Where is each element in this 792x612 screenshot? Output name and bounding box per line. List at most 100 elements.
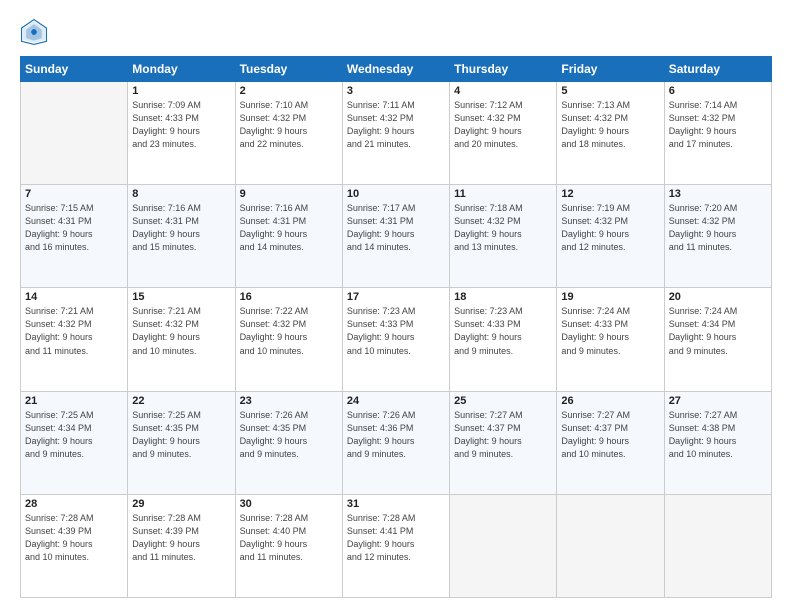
day-number: 29: [132, 498, 230, 510]
calendar-week-2: 7 Sunrise: 7:15 AM Sunset: 4:31 PM Daylig…: [21, 185, 772, 288]
calendar-cell: 14 Sunrise: 7:21 AM Sunset: 4:32 PM Dayli…: [21, 288, 128, 391]
day-number: 16: [240, 291, 338, 303]
day-number: 22: [132, 395, 230, 407]
calendar-cell: [557, 494, 664, 597]
day-number: 7: [25, 188, 123, 200]
calendar-cell: 19 Sunrise: 7:24 AM Sunset: 4:33 PM Dayli…: [557, 288, 664, 391]
day-number: 24: [347, 395, 445, 407]
logo-icon: [20, 18, 48, 46]
day-number: 11: [454, 188, 552, 200]
day-number: 12: [561, 188, 659, 200]
calendar-cell: 3 Sunrise: 7:11 AM Sunset: 4:32 PM Daylig…: [342, 82, 449, 185]
header-cell-thursday: Thursday: [450, 57, 557, 82]
calendar-cell: 12 Sunrise: 7:19 AM Sunset: 4:32 PM Dayli…: [557, 185, 664, 288]
calendar-cell: 22 Sunrise: 7:25 AM Sunset: 4:35 PM Dayli…: [128, 391, 235, 494]
header-cell-saturday: Saturday: [664, 57, 771, 82]
calendar-cell: 23Sunrise: 7:26 AM Sunset: 4:35 PM Dayli…: [235, 391, 342, 494]
day-number: 1: [132, 85, 230, 97]
day-number: 5: [561, 85, 659, 97]
header-cell-tuesday: Tuesday: [235, 57, 342, 82]
day-number: 14: [25, 291, 123, 303]
calendar-cell: 28Sunrise: 7:28 AM Sunset: 4:39 PM Dayli…: [21, 494, 128, 597]
calendar-cell: 25 Sunrise: 7:27 AM Sunset: 4:37 PM Dayli…: [450, 391, 557, 494]
day-number: 17: [347, 291, 445, 303]
day-info: Sunrise: 7:19 AM Sunset: 4:32 PM Dayligh…: [561, 202, 659, 254]
calendar-week-4: 21 Sunrise: 7:25 AM Sunset: 4:34 PM Dayli…: [21, 391, 772, 494]
calendar-cell: 20 Sunrise: 7:24 AM Sunset: 4:34 PM Dayli…: [664, 288, 771, 391]
day-info: Sunrise: 7:26 AM Sunset: 4:36 PM Dayligh…: [347, 409, 445, 461]
day-info: Sunrise: 7:14 AM Sunset: 4:32 PM Dayligh…: [669, 99, 767, 151]
day-info: Sunrise: 7:12 AM Sunset: 4:32 PM Dayligh…: [454, 99, 552, 151]
day-number: 21: [25, 395, 123, 407]
day-info: Sunrise: 7:27 AM Sunset: 4:37 PM Dayligh…: [561, 409, 659, 461]
calendar-cell: 7 Sunrise: 7:15 AM Sunset: 4:31 PM Daylig…: [21, 185, 128, 288]
day-info: Sunrise: 7:28 AM Sunset: 4:40 PM Dayligh…: [240, 512, 338, 564]
day-info: Sunrise: 7:16 AM Sunset: 4:31 PM Dayligh…: [132, 202, 230, 254]
day-info: Sunrise: 7:20 AM Sunset: 4:32 PM Dayligh…: [669, 202, 767, 254]
day-number: 8: [132, 188, 230, 200]
day-info: Sunrise: 7:22 AM Sunset: 4:32 PM Dayligh…: [240, 305, 338, 357]
day-number: 25: [454, 395, 552, 407]
day-info: Sunrise: 7:21 AM Sunset: 4:32 PM Dayligh…: [132, 305, 230, 357]
header-cell-monday: Monday: [128, 57, 235, 82]
calendar-cell: 26 Sunrise: 7:27 AM Sunset: 4:37 PM Dayli…: [557, 391, 664, 494]
day-number: 30: [240, 498, 338, 510]
day-info: Sunrise: 7:23 AM Sunset: 4:33 PM Dayligh…: [454, 305, 552, 357]
day-number: 15: [132, 291, 230, 303]
day-number: 27: [669, 395, 767, 407]
day-info: Sunrise: 7:28 AM Sunset: 4:39 PM Dayligh…: [25, 512, 123, 564]
day-number: 19: [561, 291, 659, 303]
day-number: 10: [347, 188, 445, 200]
day-info: Sunrise: 7:15 AM Sunset: 4:31 PM Dayligh…: [25, 202, 123, 254]
day-info: Sunrise: 7:09 AM Sunset: 4:33 PM Dayligh…: [132, 99, 230, 151]
calendar-week-3: 14 Sunrise: 7:21 AM Sunset: 4:32 PM Dayli…: [21, 288, 772, 391]
calendar-cell: 15 Sunrise: 7:21 AM Sunset: 4:32 PM Dayli…: [128, 288, 235, 391]
day-number: 3: [347, 85, 445, 97]
day-info: Sunrise: 7:28 AM Sunset: 4:39 PM Dayligh…: [132, 512, 230, 564]
calendar-cell: 31Sunrise: 7:28 AM Sunset: 4:41 PM Dayli…: [342, 494, 449, 597]
calendar-cell: 16 Sunrise: 7:22 AM Sunset: 4:32 PM Dayli…: [235, 288, 342, 391]
page: SundayMondayTuesdayWednesdayThursdayFrid…: [0, 0, 792, 612]
day-number: 2: [240, 85, 338, 97]
calendar-cell: 21 Sunrise: 7:25 AM Sunset: 4:34 PM Dayli…: [21, 391, 128, 494]
calendar-cell: [450, 494, 557, 597]
header-cell-wednesday: Wednesday: [342, 57, 449, 82]
logo: [20, 18, 52, 46]
calendar-cell: 17Sunrise: 7:23 AM Sunset: 4:33 PM Dayli…: [342, 288, 449, 391]
day-info: Sunrise: 7:25 AM Sunset: 4:34 PM Dayligh…: [25, 409, 123, 461]
day-info: Sunrise: 7:27 AM Sunset: 4:38 PM Dayligh…: [669, 409, 767, 461]
calendar-table: SundayMondayTuesdayWednesdayThursdayFrid…: [20, 56, 772, 598]
day-number: 20: [669, 291, 767, 303]
header-cell-friday: Friday: [557, 57, 664, 82]
day-info: Sunrise: 7:21 AM Sunset: 4:32 PM Dayligh…: [25, 305, 123, 357]
day-number: 4: [454, 85, 552, 97]
day-info: Sunrise: 7:10 AM Sunset: 4:32 PM Dayligh…: [240, 99, 338, 151]
calendar-cell: 24 Sunrise: 7:26 AM Sunset: 4:36 PM Dayli…: [342, 391, 449, 494]
calendar-cell: 1 Sunrise: 7:09 AM Sunset: 4:33 PM Daylig…: [128, 82, 235, 185]
day-info: Sunrise: 7:11 AM Sunset: 4:32 PM Dayligh…: [347, 99, 445, 151]
day-info: Sunrise: 7:17 AM Sunset: 4:31 PM Dayligh…: [347, 202, 445, 254]
day-info: Sunrise: 7:24 AM Sunset: 4:33 PM Dayligh…: [561, 305, 659, 357]
calendar-cell: 29 Sunrise: 7:28 AM Sunset: 4:39 PM Dayli…: [128, 494, 235, 597]
day-info: Sunrise: 7:13 AM Sunset: 4:32 PM Dayligh…: [561, 99, 659, 151]
day-info: Sunrise: 7:27 AM Sunset: 4:37 PM Dayligh…: [454, 409, 552, 461]
calendar-cell: 4 Sunrise: 7:12 AM Sunset: 4:32 PM Daylig…: [450, 82, 557, 185]
day-number: 13: [669, 188, 767, 200]
day-info: Sunrise: 7:25 AM Sunset: 4:35 PM Dayligh…: [132, 409, 230, 461]
day-number: 18: [454, 291, 552, 303]
day-info: Sunrise: 7:24 AM Sunset: 4:34 PM Dayligh…: [669, 305, 767, 357]
calendar-cell: 18 Sunrise: 7:23 AM Sunset: 4:33 PM Dayli…: [450, 288, 557, 391]
day-info: Sunrise: 7:26 AM Sunset: 4:35 PM Dayligh…: [240, 409, 338, 461]
calendar-cell: 8 Sunrise: 7:16 AM Sunset: 4:31 PM Daylig…: [128, 185, 235, 288]
day-number: 31: [347, 498, 445, 510]
calendar-cell: 30 Sunrise: 7:28 AM Sunset: 4:40 PM Dayli…: [235, 494, 342, 597]
header: [20, 18, 772, 46]
calendar-header-row: SundayMondayTuesdayWednesdayThursdayFrid…: [21, 57, 772, 82]
calendar-week-1: 1 Sunrise: 7:09 AM Sunset: 4:33 PM Daylig…: [21, 82, 772, 185]
day-info: Sunrise: 7:16 AM Sunset: 4:31 PM Dayligh…: [240, 202, 338, 254]
day-number: 26: [561, 395, 659, 407]
calendar-cell: 27 Sunrise: 7:27 AM Sunset: 4:38 PM Dayli…: [664, 391, 771, 494]
calendar-week-5: 28Sunrise: 7:28 AM Sunset: 4:39 PM Dayli…: [21, 494, 772, 597]
calendar-cell: 9 Sunrise: 7:16 AM Sunset: 4:31 PM Daylig…: [235, 185, 342, 288]
day-number: 9: [240, 188, 338, 200]
